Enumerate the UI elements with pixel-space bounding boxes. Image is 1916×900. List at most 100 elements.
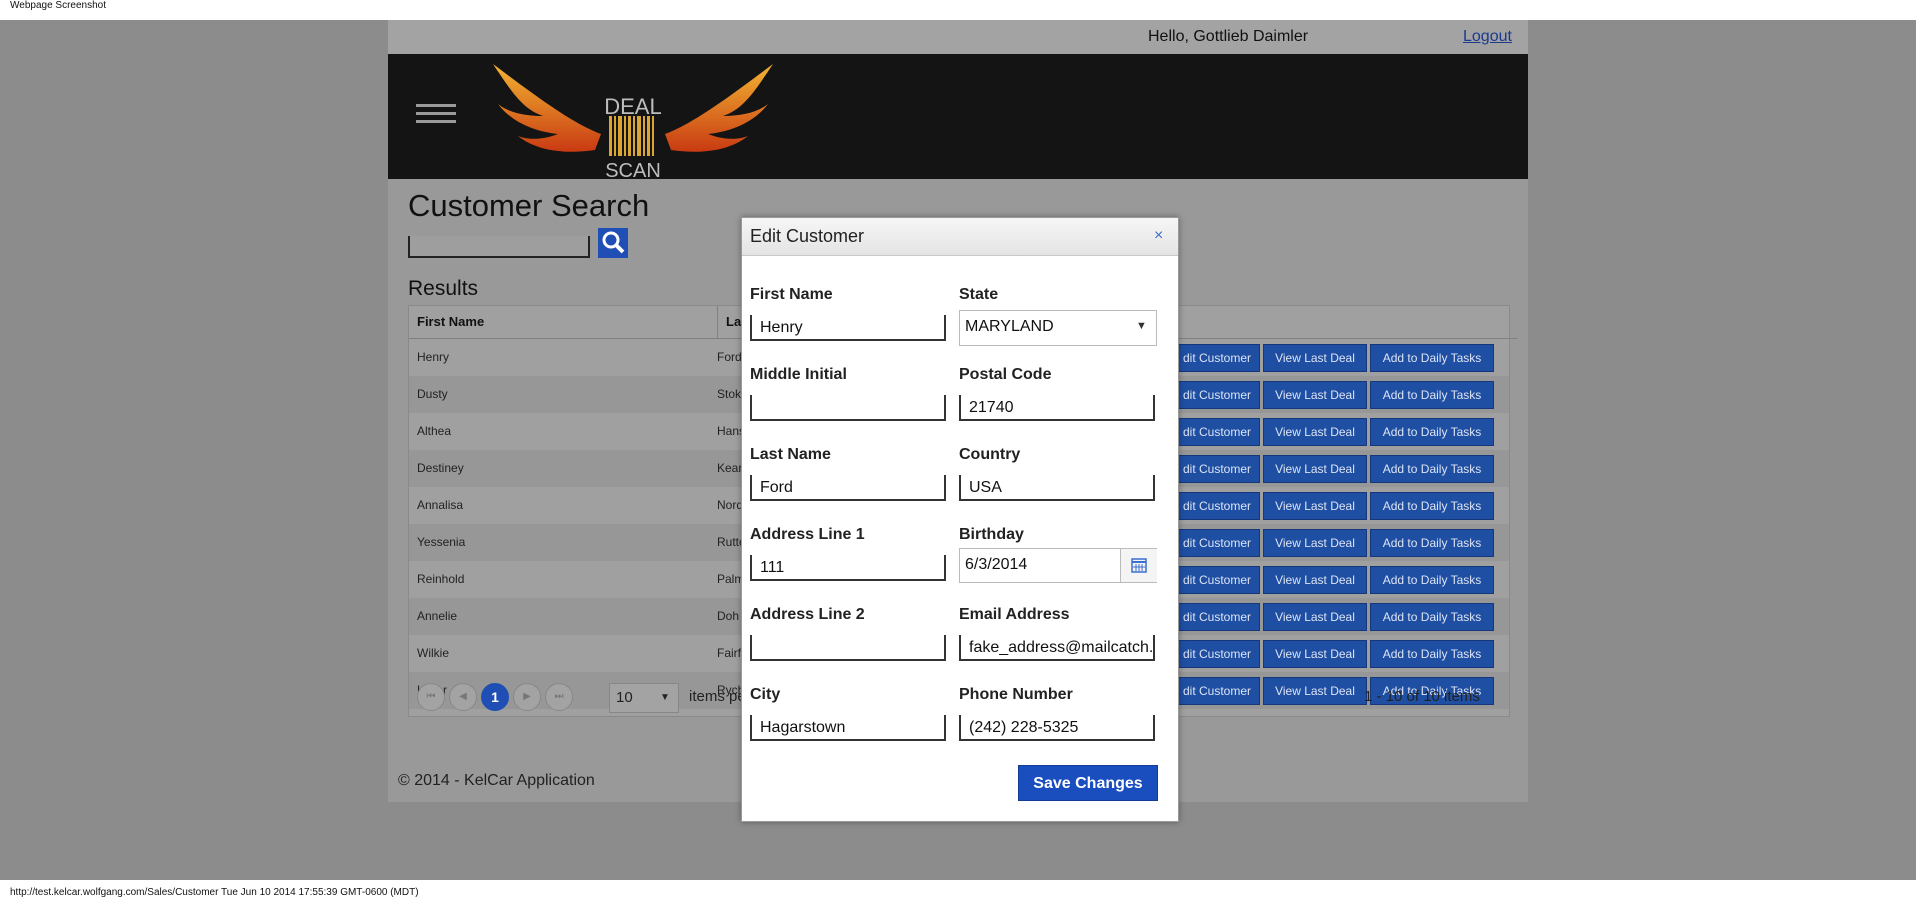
edit-customer-button[interactable]: dit Customer <box>1174 381 1260 409</box>
postal-code-field[interactable]: 21740 <box>959 395 1155 421</box>
edit-customer-button[interactable]: dit Customer <box>1174 418 1260 446</box>
pager-next-button[interactable]: ▶ <box>513 683 541 711</box>
logout-link[interactable]: Logout <box>1463 28 1512 46</box>
middle-initial-label: Middle Initial <box>750 366 847 383</box>
email-label: Email Address <box>959 606 1070 623</box>
cell-last-name: Nord <box>717 498 744 512</box>
add-to-daily-tasks-button[interactable]: Add to Daily Tasks <box>1370 603 1494 631</box>
birthday-field[interactable]: 6/3/2014 <box>959 548 1157 583</box>
save-changes-button[interactable]: Save Changes <box>1018 765 1158 801</box>
window-caption: Webpage Screenshot <box>10 0 106 11</box>
cell-first-name: Yessenia <box>417 535 466 549</box>
item-count: 1 - 10 of 10 items <box>1364 688 1480 705</box>
chevron-down-icon: ▼ <box>660 692 670 703</box>
status-bar-url: http://test.kelcar.wolfgang.com/Sales/Cu… <box>10 887 419 898</box>
cell-first-name: Althea <box>417 424 452 438</box>
last-name-field[interactable]: Ford <box>750 475 946 501</box>
pager-current-page[interactable]: 1 <box>481 683 509 711</box>
cell-last-name: Kear <box>717 461 743 475</box>
birthday-value: 6/3/2014 <box>965 556 1028 573</box>
state-value: MARYLAND <box>965 318 1054 335</box>
items-per-page-label: items pe <box>689 688 746 705</box>
view-last-deal-button[interactable]: View Last Deal <box>1263 640 1367 668</box>
chevron-down-icon: ▼ <box>1136 320 1147 332</box>
view-last-deal-button[interactable]: View Last Deal <box>1263 603 1367 631</box>
logo-text-scan: SCAN <box>605 160 661 179</box>
cell-first-name: Wilkie <box>417 646 449 660</box>
edit-customer-button[interactable]: dit Customer <box>1174 640 1260 668</box>
add-to-daily-tasks-button[interactable]: Add to Daily Tasks <box>1370 344 1494 372</box>
pager-prev-button[interactable]: ◀ <box>449 683 477 711</box>
view-last-deal-button[interactable]: View Last Deal <box>1263 492 1367 520</box>
address-line1-field[interactable]: 111 <box>750 555 946 581</box>
calendar-icon <box>1131 558 1147 573</box>
column-header-first-name[interactable]: First Name <box>409 306 718 339</box>
birthday-label: Birthday <box>959 526 1024 543</box>
close-icon[interactable]: × <box>1154 227 1163 245</box>
email-field[interactable]: fake_address@mailcatch. <box>959 635 1155 661</box>
add-to-daily-tasks-button[interactable]: Add to Daily Tasks <box>1370 566 1494 594</box>
footer-copyright: © 2014 - KelCar Application <box>398 772 595 789</box>
add-to-daily-tasks-button[interactable]: Add to Daily Tasks <box>1370 418 1494 446</box>
pager-last-button[interactable]: ⏭ <box>545 683 573 711</box>
address-line2-field[interactable] <box>750 635 946 661</box>
add-to-daily-tasks-button[interactable]: Add to Daily Tasks <box>1370 381 1494 409</box>
phone-field[interactable]: (242) 228-5325 <box>959 715 1155 741</box>
add-to-daily-tasks-button[interactable]: Add to Daily Tasks <box>1370 492 1494 520</box>
search-input[interactable] <box>408 236 590 258</box>
edit-customer-button[interactable]: dit Customer <box>1174 344 1260 372</box>
pager-first-button[interactable]: ⏮ <box>417 683 445 711</box>
view-last-deal-button[interactable]: View Last Deal <box>1263 455 1367 483</box>
site-header: DEAL SCAN <box>388 54 1528 182</box>
state-select[interactable]: MARYLAND ▼ <box>959 310 1157 346</box>
add-to-daily-tasks-button[interactable]: Add to Daily Tasks <box>1370 529 1494 557</box>
cell-last-name: Doh <box>717 609 740 623</box>
postal-code-label: Postal Code <box>959 366 1052 383</box>
cell-last-name: Ford <box>717 350 742 364</box>
hamburger-menu-icon[interactable] <box>416 104 456 132</box>
middle-initial-field[interactable] <box>750 395 946 421</box>
edit-customer-button[interactable]: dit Customer <box>1174 566 1260 594</box>
search-icon <box>602 231 625 254</box>
view-last-deal-button[interactable]: View Last Deal <box>1263 344 1367 372</box>
view-last-deal-button[interactable]: View Last Deal <box>1263 529 1367 557</box>
cell-first-name: Annalisa <box>417 498 464 512</box>
view-last-deal-button[interactable]: View Last Deal <box>1263 418 1367 446</box>
calendar-button[interactable] <box>1120 549 1157 582</box>
country-field[interactable]: USA <box>959 475 1155 501</box>
add-to-daily-tasks-button[interactable]: Add to Daily Tasks <box>1370 640 1494 668</box>
city-field[interactable]: Hagarstown <box>750 715 946 741</box>
page-title: Customer Search <box>408 188 650 223</box>
cell-first-name: Destiney <box>417 461 464 475</box>
top-bar: Hello, Gottlieb Daimler Logout <box>388 20 1528 54</box>
cell-first-name: Reinhold <box>417 572 465 586</box>
search-button[interactable] <box>598 228 628 258</box>
edit-customer-button[interactable]: dit Customer <box>1174 492 1260 520</box>
edit-customer-button[interactable]: dit Customer <box>1174 455 1260 483</box>
edit-customer-button[interactable]: dit Customer <box>1174 529 1260 557</box>
dialog-title: Edit Customer <box>750 226 865 246</box>
results-heading: Results <box>408 277 479 300</box>
dialog-title-bar: Edit Customer × <box>742 218 1178 256</box>
logo-text-deal: DEAL <box>604 94 661 119</box>
edit-customer-dialog: Edit Customer × First Name Henry Middle … <box>741 217 1179 822</box>
view-last-deal-button[interactable]: View Last Deal <box>1263 566 1367 594</box>
first-name-label: First Name <box>750 286 833 303</box>
address-line1-label: Address Line 1 <box>750 526 865 543</box>
first-name-field[interactable]: Henry <box>750 315 946 341</box>
logo-wings-icon: DEAL SCAN <box>493 64 773 182</box>
country-label: Country <box>959 446 1021 463</box>
cell-last-name: Fairf <box>717 646 741 660</box>
edit-customer-button[interactable]: dit Customer <box>1174 603 1260 631</box>
user-greeting: Hello, Gottlieb Daimler <box>1148 28 1309 45</box>
cell-first-name: Annelie <box>417 609 458 623</box>
page-size-select[interactable]: 10 ▼ <box>609 683 679 713</box>
cell-last-name: Stok <box>717 387 742 401</box>
address-line2-label: Address Line 2 <box>750 606 865 623</box>
city-label: City <box>750 686 781 703</box>
logo: DEAL SCAN <box>483 54 783 182</box>
view-last-deal-button[interactable]: View Last Deal <box>1263 381 1367 409</box>
add-to-daily-tasks-button[interactable]: Add to Daily Tasks <box>1370 455 1494 483</box>
cell-first-name: Henry <box>417 350 450 364</box>
state-label: State <box>959 286 999 303</box>
